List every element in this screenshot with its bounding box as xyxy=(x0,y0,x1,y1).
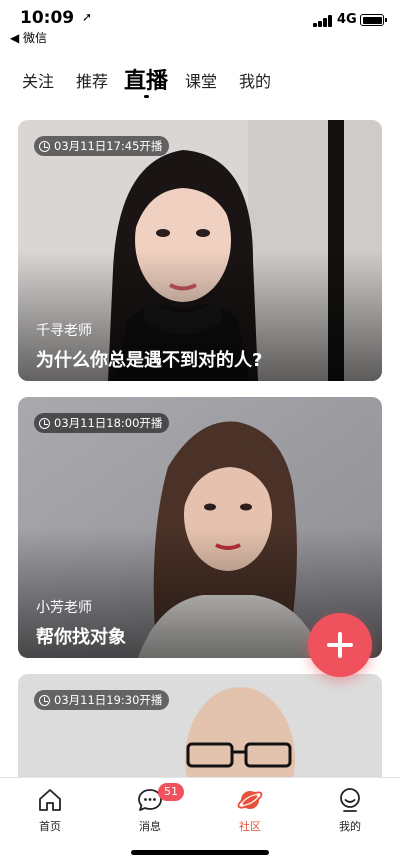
teacher-name: 小芳老师 xyxy=(36,600,92,616)
top-tabs: 关注 推荐 直播 课堂 我的 xyxy=(0,60,400,104)
live-title: 为什么你总是遇不到对的人? xyxy=(36,350,263,371)
nav-community-label: 社区 xyxy=(239,820,261,833)
start-time-text: 03月11日19:30开播 xyxy=(54,693,163,707)
status-bar: 10:09 ➚ ◀ 微信 4G xyxy=(0,0,400,46)
teacher-name: 千寻老师 xyxy=(36,323,92,339)
profile-icon xyxy=(340,788,360,812)
nav-profile[interactable]: 我的 xyxy=(310,786,390,834)
nav-community[interactable]: 社区 xyxy=(210,786,290,834)
tab-classroom[interactable]: 课堂 xyxy=(185,68,217,92)
clock-icon xyxy=(39,694,50,706)
create-live-button[interactable] xyxy=(308,613,372,677)
start-time-badge: 03月11日17:45开播 xyxy=(34,136,170,156)
start-time-badge: 03月11日19:30开播 xyxy=(34,690,170,710)
tab-mine[interactable]: 我的 xyxy=(239,68,271,92)
nav-messages-label: 消息 xyxy=(139,820,161,833)
nav-profile-label: 我的 xyxy=(339,820,361,833)
clock-icon xyxy=(39,140,50,152)
tab-follow[interactable]: 关注 xyxy=(22,68,54,92)
unread-count-badge: 51 xyxy=(158,783,184,801)
back-to-wechat-link[interactable]: ◀ 微信 xyxy=(10,29,47,46)
battery-icon xyxy=(360,14,387,26)
status-time: 10:09 xyxy=(20,8,75,28)
tab-live[interactable]: 直播 xyxy=(124,63,168,95)
live-card[interactable]: 03月11日19:30开播 xyxy=(18,674,382,784)
tab-recommend[interactable]: 推荐 xyxy=(76,68,108,92)
active-tab-indicator xyxy=(144,95,149,98)
nav-home[interactable]: 首页 xyxy=(10,786,90,834)
network-type: 4G xyxy=(337,12,357,27)
start-time-badge: 03月11日18:00开播 xyxy=(34,413,170,433)
live-card[interactable]: 03月11日17:45开播 千寻老师 为什么你总是遇不到对的人? xyxy=(18,120,382,381)
live-title: 帮你找对象 xyxy=(36,627,126,648)
location-icon: ➚ xyxy=(82,10,93,24)
nav-home-label: 首页 xyxy=(39,820,61,833)
clock-icon xyxy=(39,417,50,429)
signal-icon xyxy=(313,14,333,27)
planet-icon xyxy=(237,791,263,809)
start-time-text: 03月11日17:45开播 xyxy=(54,139,163,153)
home-icon xyxy=(39,789,61,811)
start-time-text: 03月11日18:00开播 xyxy=(54,416,163,430)
home-indicator xyxy=(131,850,269,855)
